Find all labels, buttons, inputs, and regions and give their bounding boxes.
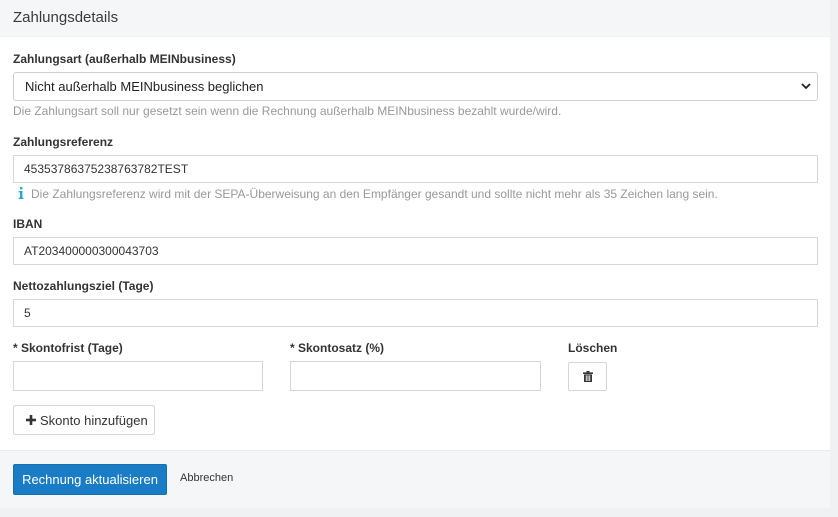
payment-method-selected-value: Nicht außerhalb MEINbusiness beglichen <box>25 79 264 94</box>
payment-method-select[interactable]: Nicht außerhalb MEINbusiness beglichen <box>13 72 818 101</box>
iban-label: IBAN <box>13 217 43 231</box>
add-discount-label: Skonto hinzufügen <box>40 413 148 428</box>
discount-rate-input[interactable] <box>290 361 541 391</box>
cancel-link[interactable]: Abbrechen <box>180 472 233 484</box>
payment-reference-label: Zahlungsreferenz <box>13 135 114 149</box>
page-background-bottom <box>0 508 838 517</box>
payment-reference-input[interactable]: 45353786375238763782TEST <box>13 155 818 183</box>
chevron-down-icon <box>801 83 811 90</box>
card-title: Zahlungsdetails <box>13 9 119 26</box>
delete-label: Löschen <box>568 341 618 355</box>
plus-icon <box>26 415 36 425</box>
delete-discount-button[interactable] <box>568 362 607 391</box>
discount-period-label: * Skontofrist (Tage) <box>13 341 123 355</box>
update-invoice-button[interactable]: Rechnung aktualisieren <box>13 464 167 495</box>
net-payment-term-input[interactable]: 5 <box>13 299 818 327</box>
trash-icon <box>583 371 593 382</box>
page-background-right <box>830 0 838 517</box>
discount-rate-label: * Skontosatz (%) <box>290 341 385 355</box>
payment-details-card: Zahlungsdetails Zahlungsart (außerhalb M… <box>0 0 830 508</box>
net-payment-term-label: Nettozahlungsziel (Tage) <box>13 279 154 293</box>
card-header: Zahlungsdetails <box>0 0 830 37</box>
payment-method-help: Die Zahlungsart soll nur gesetzt sein we… <box>13 104 562 118</box>
discount-period-input[interactable] <box>13 361 263 391</box>
payment-method-label: Zahlungsart (außerhalb MEINbusiness) <box>13 52 236 66</box>
add-discount-button[interactable]: Skonto hinzufügen <box>13 405 155 435</box>
payment-reference-help: Die Zahlungsreferenz wird mit der SEPA-Ü… <box>31 187 718 201</box>
info-icon <box>18 187 24 199</box>
iban-input[interactable]: AT203400000300043703 <box>13 237 818 265</box>
